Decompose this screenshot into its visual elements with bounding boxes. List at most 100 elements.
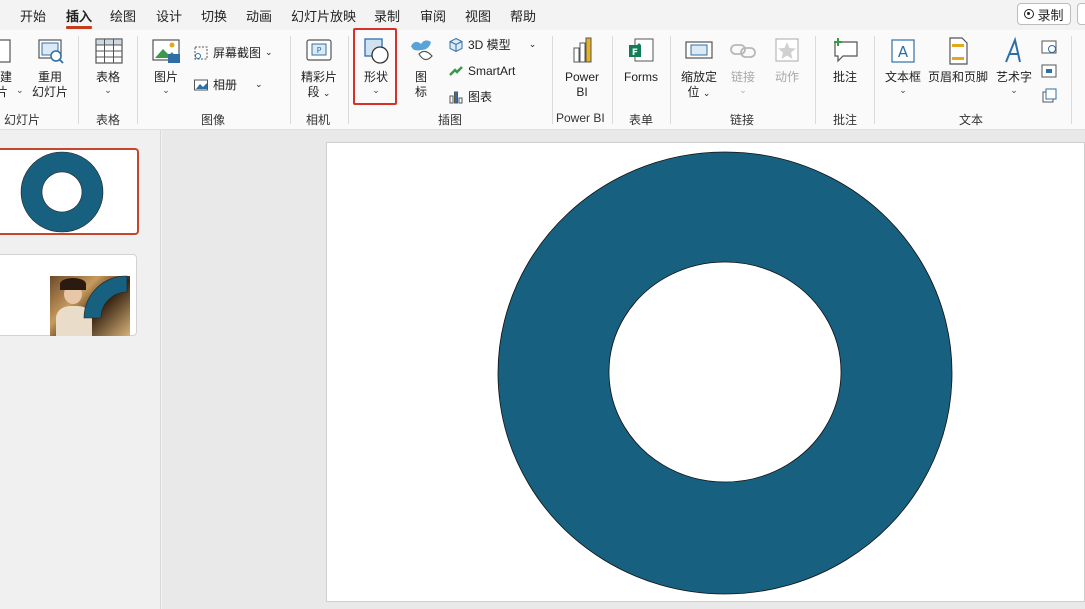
reuse-slide-icon [38, 39, 64, 64]
chevron-down-icon: ⌄ [265, 47, 273, 57]
date-icon [1041, 40, 1057, 54]
thumbnail-donut-shape [20, 151, 104, 233]
object-button[interactable] [1040, 87, 1058, 108]
group-label-powerbi: Power BI [556, 111, 605, 125]
group-label-text: 文本 [959, 113, 984, 127]
separator [1071, 36, 1072, 124]
chevron-down-icon: ⌄ [739, 85, 747, 95]
zoom-button[interactable]: 缩放定 位 ⌄ [677, 36, 721, 101]
separator [348, 36, 349, 124]
record-label: 录制 [1037, 7, 1064, 23]
date-time-button[interactable] [1040, 38, 1058, 59]
group-label-images: 图像 [201, 113, 226, 127]
chevron-down-icon: ⌄ [255, 79, 263, 89]
slide-number-button[interactable] [1040, 62, 1058, 83]
table-icon [95, 38, 123, 64]
slide-editor[interactable] [326, 142, 1085, 602]
slide-number-icon [1041, 64, 1057, 78]
record-button[interactable]: 录制 [1017, 3, 1071, 25]
chevron-down-icon: ⌄ [899, 85, 907, 95]
cube-icon [449, 37, 463, 52]
tab-record[interactable]: 录制 [374, 6, 400, 25]
ribbon: 建 片 ⌄ 重用 幻灯片 表格 ⌄ 图片 ⌄ 屏幕截图 ⌄ 相册 ⌄ P 精彩片… [0, 30, 1085, 130]
chevron-down-icon: ⌄ [162, 85, 170, 95]
action-button[interactable]: 动作 [768, 36, 806, 85]
screenshot-button[interactable]: 屏幕截图 ⌄ [193, 44, 273, 61]
highlight-clips-button[interactable]: P 精彩片 段 ⌄ [298, 36, 340, 101]
separator [290, 36, 291, 124]
svg-text:P: P [317, 46, 322, 55]
forms-icon: F [629, 38, 654, 62]
chevron-down-icon: ⌄ [322, 88, 331, 98]
slide-thumbnails-pane [0, 130, 161, 609]
smartart-icon [449, 66, 463, 76]
menu-bar: 开始 插入 绘图 设计 切换 动画 幻灯片放映 录制 审阅 视图 帮助 录制 [0, 0, 1085, 30]
header-footer-button[interactable]: 页眉和页脚 [927, 36, 989, 85]
chevron-down-icon: ⌄ [1010, 85, 1018, 95]
tab-help[interactable]: 帮助 [510, 6, 536, 25]
separator [612, 36, 613, 124]
svg-text:A: A [898, 43, 909, 61]
tab-slideshow[interactable]: 幻灯片放映 [291, 6, 356, 25]
slide-thumbnail-1[interactable] [0, 148, 139, 235]
new-slide-button[interactable]: 建 片 [0, 36, 16, 100]
album-icon [194, 79, 208, 90]
separator [552, 36, 553, 124]
separator [815, 36, 816, 124]
thumbnail-arc-shape [83, 275, 128, 319]
forms-button[interactable]: F Forms [620, 36, 662, 85]
group-label-links: 链接 [730, 113, 755, 127]
highlight-clips-icon: P [306, 39, 332, 61]
screenshot-icon [194, 46, 208, 59]
group-label-forms: 表单 [629, 113, 654, 127]
textbox-button[interactable]: A 文本框 ⌄ [882, 36, 924, 95]
separator [874, 36, 875, 124]
chevron-down-icon: ⌄ [702, 88, 711, 98]
table-button[interactable]: 表格 ⌄ [88, 36, 128, 95]
group-label-comments: 批注 [833, 113, 858, 127]
share-button-partial[interactable] [1077, 3, 1085, 25]
header-footer-icon [949, 37, 968, 65]
chevron-down-icon: ⌄ [104, 85, 112, 95]
link-icon [730, 44, 756, 58]
object-icon [1042, 88, 1057, 103]
group-label-slides: 幻灯片 [4, 113, 41, 127]
separator [137, 36, 138, 124]
reuse-slide-button[interactable]: 重用 幻灯片 [30, 36, 70, 100]
tab-review[interactable]: 审阅 [420, 6, 446, 25]
link-button[interactable]: 链接 ⌄ [724, 36, 762, 95]
tab-home[interactable]: 开始 [20, 6, 46, 25]
wordart-button[interactable]: 艺术字 ⌄ [994, 36, 1034, 95]
action-icon [775, 38, 799, 62]
tab-view[interactable]: 视图 [465, 6, 491, 25]
record-icon [1024, 9, 1035, 19]
chevron-down-icon: ⌄ [16, 85, 24, 95]
comment-icon [834, 38, 858, 63]
tab-draw[interactable]: 绘图 [110, 6, 136, 25]
powerbi-icon [573, 37, 592, 63]
group-label-camera: 相机 [306, 113, 331, 127]
comment-button[interactable]: 批注 [825, 36, 865, 85]
slide-thumbnail-2[interactable] [0, 254, 137, 336]
album-button[interactable]: 相册 ⌄ [193, 76, 263, 93]
picture-icon [152, 39, 180, 63]
tab-transitions[interactable]: 切换 [201, 6, 227, 25]
tab-animations[interactable]: 动画 [246, 6, 272, 25]
textbox-icon: A [891, 39, 915, 63]
new-slide-icon [0, 39, 11, 63]
smartart-button[interactable]: SmartArt [448, 63, 515, 79]
power-bi-button[interactable]: Power BI [561, 36, 603, 100]
icons-icon [411, 40, 433, 61]
tab-design[interactable]: 设计 [156, 6, 182, 25]
3d-model-button[interactable]: 3D 模型 ⌄ [448, 36, 536, 53]
picture-button[interactable]: 图片 ⌄ [146, 36, 186, 95]
icons-button[interactable]: 图 标 [402, 36, 440, 100]
svg-text:F: F [632, 48, 638, 58]
tab-insert[interactable]: 插入 [66, 6, 93, 29]
zoom-icon [685, 41, 713, 59]
donut-shape[interactable] [327, 143, 1085, 603]
shapes-highlight-box [353, 28, 397, 105]
separator [670, 36, 671, 124]
group-label-illustrations: 插图 [438, 113, 463, 127]
chart-button[interactable]: 图表 [448, 88, 492, 105]
